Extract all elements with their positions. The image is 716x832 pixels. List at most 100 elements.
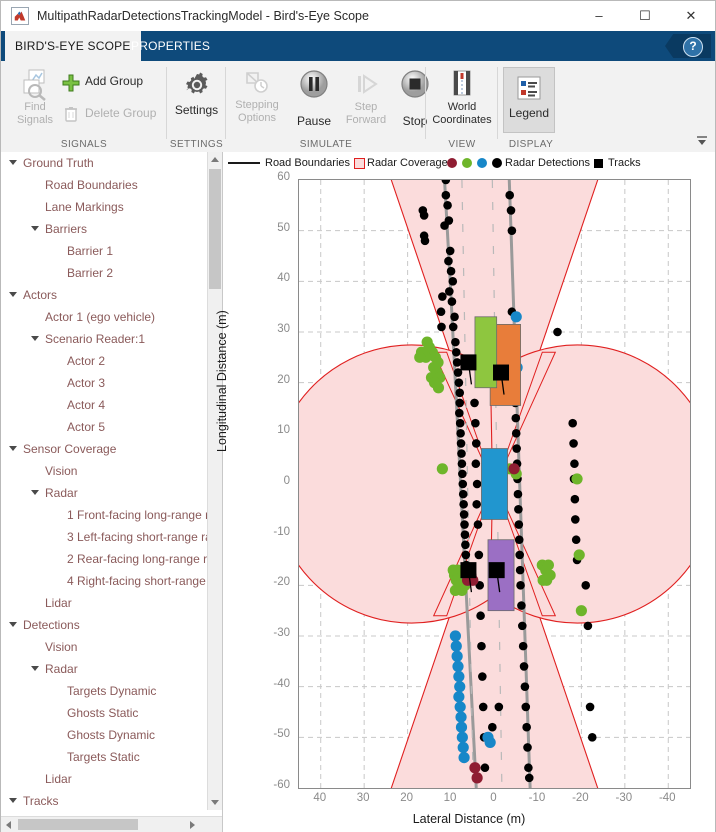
- signals-sidebar: Ground Truth Road Boundaries Lane Markings…: [1, 152, 223, 832]
- radar-detection-darkred: [469, 762, 481, 774]
- radar-detection-green: [432, 382, 445, 394]
- world-coordinates-label-line2: Coordinates: [432, 114, 492, 126]
- y-tick-label: -30: [273, 627, 290, 639]
- birds-eye-view-svg: [299, 180, 690, 788]
- ribbon-group-label-display: DISPLAY: [508, 139, 554, 150]
- radar-detection-blue: [450, 640, 462, 652]
- tree-item[interactable]: Radar: [1, 658, 207, 680]
- radar-detection-black: [451, 347, 461, 357]
- scrollbar-thumb-h[interactable]: [18, 819, 138, 830]
- chevron-down-icon[interactable]: [9, 292, 17, 297]
- chevron-down-icon[interactable]: [31, 666, 39, 671]
- pause-button[interactable]: Pause: [288, 67, 340, 128]
- chevron-down-icon[interactable]: [31, 336, 39, 341]
- legend-marker-detection-blue: [477, 158, 487, 168]
- y-tick-label: 0: [283, 475, 290, 487]
- birds-eye-scope-window: MultipathRadarDetectionsTrackingModel - …: [0, 0, 716, 832]
- radar-detection-black: [455, 408, 464, 418]
- world-coordinates-icon: [445, 67, 479, 101]
- tree-item[interactable]: Actors: [1, 284, 207, 306]
- scroll-right-button[interactable]: [185, 817, 200, 832]
- tree-item[interactable]: Barriers: [1, 218, 207, 240]
- sidebar-vertical-scrollbar[interactable]: [207, 152, 222, 810]
- tree-item[interactable]: Actor 3: [1, 372, 207, 394]
- radar-detection-black: [478, 672, 487, 681]
- radar-detection-blue: [453, 691, 465, 703]
- radar-detection-darkred: [471, 772, 483, 784]
- y-tick-label: 20: [277, 373, 290, 386]
- chevron-down-icon[interactable]: [9, 798, 17, 803]
- scroll-up-button[interactable]: [208, 152, 222, 167]
- tree-item[interactable]: Barrier 1: [1, 240, 207, 262]
- radar-detection-black: [470, 398, 479, 408]
- tree-item[interactable]: Actor 5: [1, 416, 207, 438]
- chevron-down-icon[interactable]: [9, 622, 17, 627]
- chevron-down-icon[interactable]: [31, 226, 39, 231]
- tree-item[interactable]: Radar: [1, 482, 207, 504]
- radar-detection-green: [544, 569, 556, 581]
- y-tick-label: -50: [273, 728, 290, 741]
- tree-item-label: 3 Left-facing short-range rad: [67, 530, 207, 544]
- tree-item[interactable]: Actor 2: [1, 350, 207, 372]
- tree-item[interactable]: Ground Truth: [1, 152, 207, 174]
- x-tick-label: -30: [615, 792, 633, 804]
- radar-detection-black: [585, 702, 595, 712]
- tree-item[interactable]: Vision: [1, 636, 207, 658]
- collapse-ribbon-icon[interactable]: [695, 134, 709, 148]
- tree-item[interactable]: 2 Rear-facing long-range ra: [1, 548, 207, 570]
- plot-area[interactable]: [298, 179, 691, 789]
- tree-item[interactable]: Barrier 2: [1, 262, 207, 284]
- find-signals-button[interactable]: Find Signals: [7, 67, 63, 127]
- maximize-button[interactable]: ☐: [622, 1, 668, 30]
- signal-tree[interactable]: Ground Truth Road Boundaries Lane Markings…: [1, 152, 207, 810]
- settings-button[interactable]: Settings: [167, 69, 226, 117]
- chevron-down-icon[interactable]: [9, 446, 17, 451]
- tree-item-label: Ground Truth: [23, 156, 94, 170]
- tree-item[interactable]: Ghosts Dynamic: [1, 724, 207, 746]
- ribbon-tab-strip: BIRD'S-EYE SCOPE PROPERTIES ?: [1, 31, 715, 61]
- legend-button[interactable]: Legend: [503, 67, 555, 133]
- tree-item[interactable]: Lane Markings: [1, 196, 207, 218]
- sidebar-horizontal-scrollbar[interactable]: [1, 816, 222, 832]
- maximize-icon: ☐: [639, 7, 651, 23]
- tree-item[interactable]: Actor 1 (ego vehicle): [1, 306, 207, 328]
- help-button[interactable]: ?: [665, 34, 711, 58]
- tree-item[interactable]: Targets Static: [1, 746, 207, 768]
- scroll-left-button[interactable]: [1, 817, 16, 832]
- x-tick-label: -20: [572, 792, 589, 804]
- tree-item[interactable]: Tracks: [1, 790, 207, 810]
- radar-detection-black: [477, 641, 486, 651]
- chevron-down-icon[interactable]: [31, 490, 39, 495]
- tree-item[interactable]: Vision: [1, 460, 207, 482]
- tree-item[interactable]: Road Boundaries: [1, 174, 207, 196]
- stepping-options-button[interactable]: Stepping Options: [226, 67, 288, 125]
- tree-item-label: Actors: [23, 288, 58, 302]
- tree-item[interactable]: 1 Front-facing long-range ra: [1, 504, 207, 526]
- radar-detection-black: [520, 682, 530, 691]
- close-button[interactable]: ✕: [668, 1, 714, 30]
- tree-item[interactable]: Ghosts Static: [1, 702, 207, 724]
- tree-item-label: Ghosts Static: [67, 706, 139, 720]
- scroll-down-button[interactable]: [208, 795, 222, 810]
- tree-item[interactable]: Sensor Coverage: [1, 438, 207, 460]
- legend-label-radar-coverage: Radar Coverage: [367, 157, 448, 169]
- x-tick-label: 30: [356, 792, 370, 804]
- radar-detection-black: [438, 292, 447, 301]
- tree-item[interactable]: Lidar: [1, 768, 207, 790]
- tree-item[interactable]: Detections: [1, 614, 207, 636]
- tree-item[interactable]: 4 Right-facing short-range ra: [1, 570, 207, 592]
- tab-properties[interactable]: PROPERTIES: [121, 31, 220, 61]
- minimize-button[interactable]: –: [576, 1, 622, 30]
- step-forward-label-line2: Forward: [345, 114, 387, 126]
- radar-detection-blue: [457, 741, 469, 754]
- world-coordinates-button[interactable]: World Coordinates: [426, 67, 498, 127]
- tree-item[interactable]: 3 Left-facing short-range rad: [1, 526, 207, 548]
- tree-item[interactable]: Lidar: [1, 592, 207, 614]
- radar-detection-blue: [455, 721, 468, 733]
- scrollbar-thumb[interactable]: [209, 169, 221, 289]
- step-forward-button[interactable]: Step Forward: [340, 67, 392, 127]
- tree-item[interactable]: Scenario Reader:1: [1, 328, 207, 350]
- tree-item[interactable]: Actor 4: [1, 394, 207, 416]
- chevron-down-icon[interactable]: [9, 160, 17, 165]
- tree-item[interactable]: Targets Dynamic: [1, 680, 207, 702]
